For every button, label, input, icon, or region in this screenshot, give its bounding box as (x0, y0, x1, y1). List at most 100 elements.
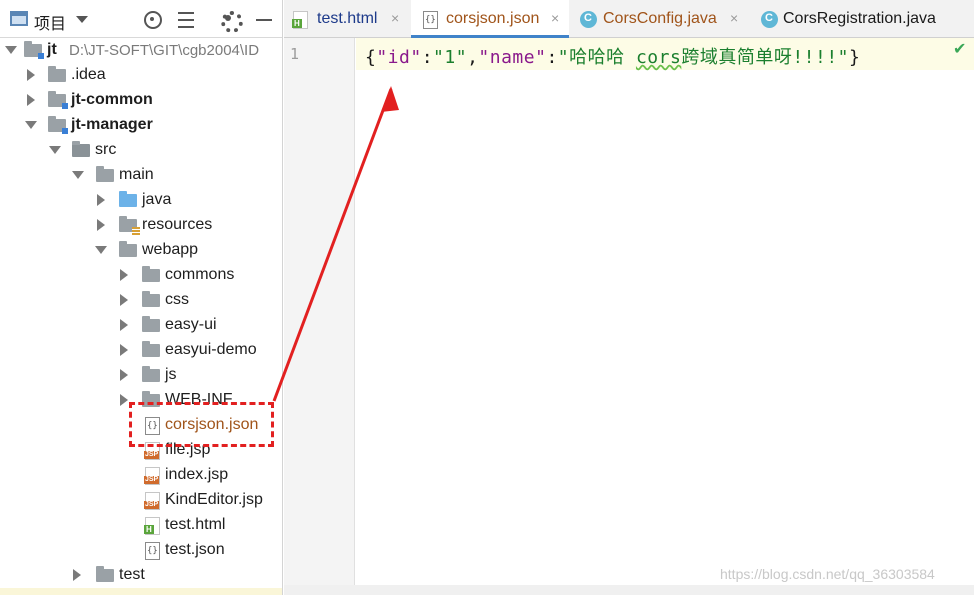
expand-arrow-icon[interactable] (95, 246, 107, 254)
collapse-all-icon[interactable] (176, 9, 198, 31)
folder-icon (96, 566, 114, 582)
tree-item-label: easyui-demo (165, 341, 257, 358)
expand-arrow-icon[interactable] (97, 219, 105, 231)
json-string: 跨域真简单呀!!!!" (681, 47, 850, 68)
json-file-icon (145, 542, 160, 560)
hide-panel-icon[interactable] (254, 9, 276, 31)
folder-icon (142, 341, 160, 357)
tab-corsconfig-java[interactable]: CorsConfig.java × (570, 0, 748, 38)
jsp-file-icon (144, 467, 160, 485)
expand-arrow-icon[interactable] (27, 69, 35, 81)
class-icon (761, 11, 778, 28)
code-editor[interactable]: {"id":"1","name":"哈哈哈 cors跨域真简单呀!!!!"} (356, 38, 974, 585)
json-brace: { (365, 47, 377, 68)
tree-item-java[interactable]: java (0, 188, 282, 213)
json-colon: : (546, 47, 558, 68)
tree-item-kindeditor-jsp[interactable]: KindEditor.jsp (0, 488, 282, 513)
json-comma: , (467, 47, 479, 68)
tree-item-label: index.jsp (165, 466, 229, 483)
tab-corsregistration-java[interactable]: CorsRegistration.java (749, 0, 974, 38)
tree-item-index-jsp[interactable]: index.jsp (0, 463, 282, 488)
tree-item-path: D:\JT-SOFT\GIT\cgb2004\ID (69, 42, 260, 59)
project-panel-header: 项目 (0, 0, 282, 38)
close-icon[interactable]: × (730, 10, 738, 26)
folder-icon (142, 291, 160, 307)
project-view-selector[interactable]: 项目 (34, 10, 66, 34)
tree-item-label: css (165, 291, 189, 308)
tree-item-js[interactable]: js (0, 363, 282, 388)
inspection-ok-icon[interactable]: ✔ (953, 39, 966, 59)
tree-item-label: commons (165, 266, 235, 283)
tree-item-test-html[interactable]: test.html (0, 513, 282, 538)
tree-item-label: test.json (165, 541, 225, 558)
expand-arrow-icon[interactable] (25, 121, 37, 129)
json-string: "哈哈哈 (557, 47, 636, 68)
close-icon[interactable]: × (551, 10, 559, 26)
tree-item-easyui-demo[interactable]: easyui-demo (0, 338, 282, 363)
tab-label: CorsConfig.java (603, 10, 717, 27)
tree-item-commons[interactable]: commons (0, 263, 282, 288)
tree-item-label: easy-ui (165, 316, 217, 333)
jsp-file-icon (144, 492, 160, 510)
expand-arrow-icon[interactable] (120, 269, 128, 281)
folder-icon (119, 241, 137, 257)
expand-arrow-icon[interactable] (27, 94, 35, 106)
expand-arrow-icon[interactable] (120, 294, 128, 306)
module-folder-icon (48, 116, 68, 134)
expand-arrow-icon[interactable] (72, 171, 84, 179)
chevron-down-icon[interactable] (76, 16, 88, 23)
tab-corsjson-json[interactable]: corsjson.json × (411, 0, 569, 38)
project-view-icon (10, 11, 28, 26)
source-folder-icon (119, 191, 137, 207)
gear-icon[interactable] (219, 9, 243, 33)
tree-item-label: resources (142, 216, 213, 233)
expand-arrow-icon[interactable] (49, 146, 61, 154)
expand-arrow-icon[interactable] (73, 569, 81, 581)
tab-label: CorsRegistration.java (783, 10, 936, 27)
json-brace: } (849, 47, 861, 68)
tree-item-label: src (95, 141, 117, 158)
folder-icon (48, 66, 66, 82)
module-folder-icon (24, 41, 44, 59)
tree-item-label: js (165, 366, 177, 383)
expand-arrow-icon[interactable] (120, 344, 128, 356)
tab-label: test.html (317, 10, 378, 27)
tree-item-jt-manager[interactable]: jt-manager (0, 113, 282, 138)
code-line-1[interactable]: {"id":"1","name":"哈哈哈 cors跨域真简单呀!!!!"} (365, 43, 860, 69)
tree-item-label: KindEditor.jsp (165, 491, 263, 508)
tree-item-label: main (119, 166, 154, 183)
tree-item-label: java (142, 191, 172, 208)
class-icon (580, 11, 597, 28)
close-icon[interactable]: × (391, 10, 399, 26)
tree-item-jt[interactable]: jt D:\JT-SOFT\GIT\cgb2004\ID (0, 38, 282, 63)
json-string: "1" (433, 47, 468, 68)
expand-arrow-icon[interactable] (120, 319, 128, 331)
tree-item-resources[interactable]: resources (0, 213, 282, 238)
html-file-icon (144, 517, 160, 535)
tree-item-src[interactable]: src (0, 138, 282, 163)
tab-label: corsjson.json (446, 10, 540, 27)
tree-item-idea[interactable]: .idea (0, 63, 282, 88)
tree-item-label: .idea (71, 66, 106, 83)
expand-arrow-icon[interactable] (120, 394, 128, 406)
tree-item-webapp[interactable]: webapp (0, 238, 282, 263)
folder-icon (142, 366, 160, 382)
tree-item-label: test (119, 566, 145, 583)
tree-item-test[interactable]: test (0, 563, 282, 588)
expand-arrow-icon[interactable] (97, 194, 105, 206)
expand-arrow-icon[interactable] (5, 46, 17, 54)
folder-icon (72, 141, 90, 157)
expand-arrow-icon[interactable] (120, 369, 128, 381)
tree-item-easy-ui[interactable]: easy-ui (0, 313, 282, 338)
tree-item-main[interactable]: main (0, 163, 282, 188)
next-row-peek (0, 588, 282, 595)
tree-item-jt-common[interactable]: jt-common (0, 88, 282, 113)
tree-item-label: jt (47, 41, 57, 58)
folder-icon (142, 316, 160, 332)
horizontal-scrollbar[interactable] (284, 585, 974, 595)
tab-test-html[interactable]: test.html × (284, 0, 410, 38)
tree-item-test-json[interactable]: test.json (0, 538, 282, 563)
locate-file-icon[interactable] (142, 9, 164, 31)
module-folder-icon (48, 91, 68, 109)
tree-item-css[interactable]: css (0, 288, 282, 313)
